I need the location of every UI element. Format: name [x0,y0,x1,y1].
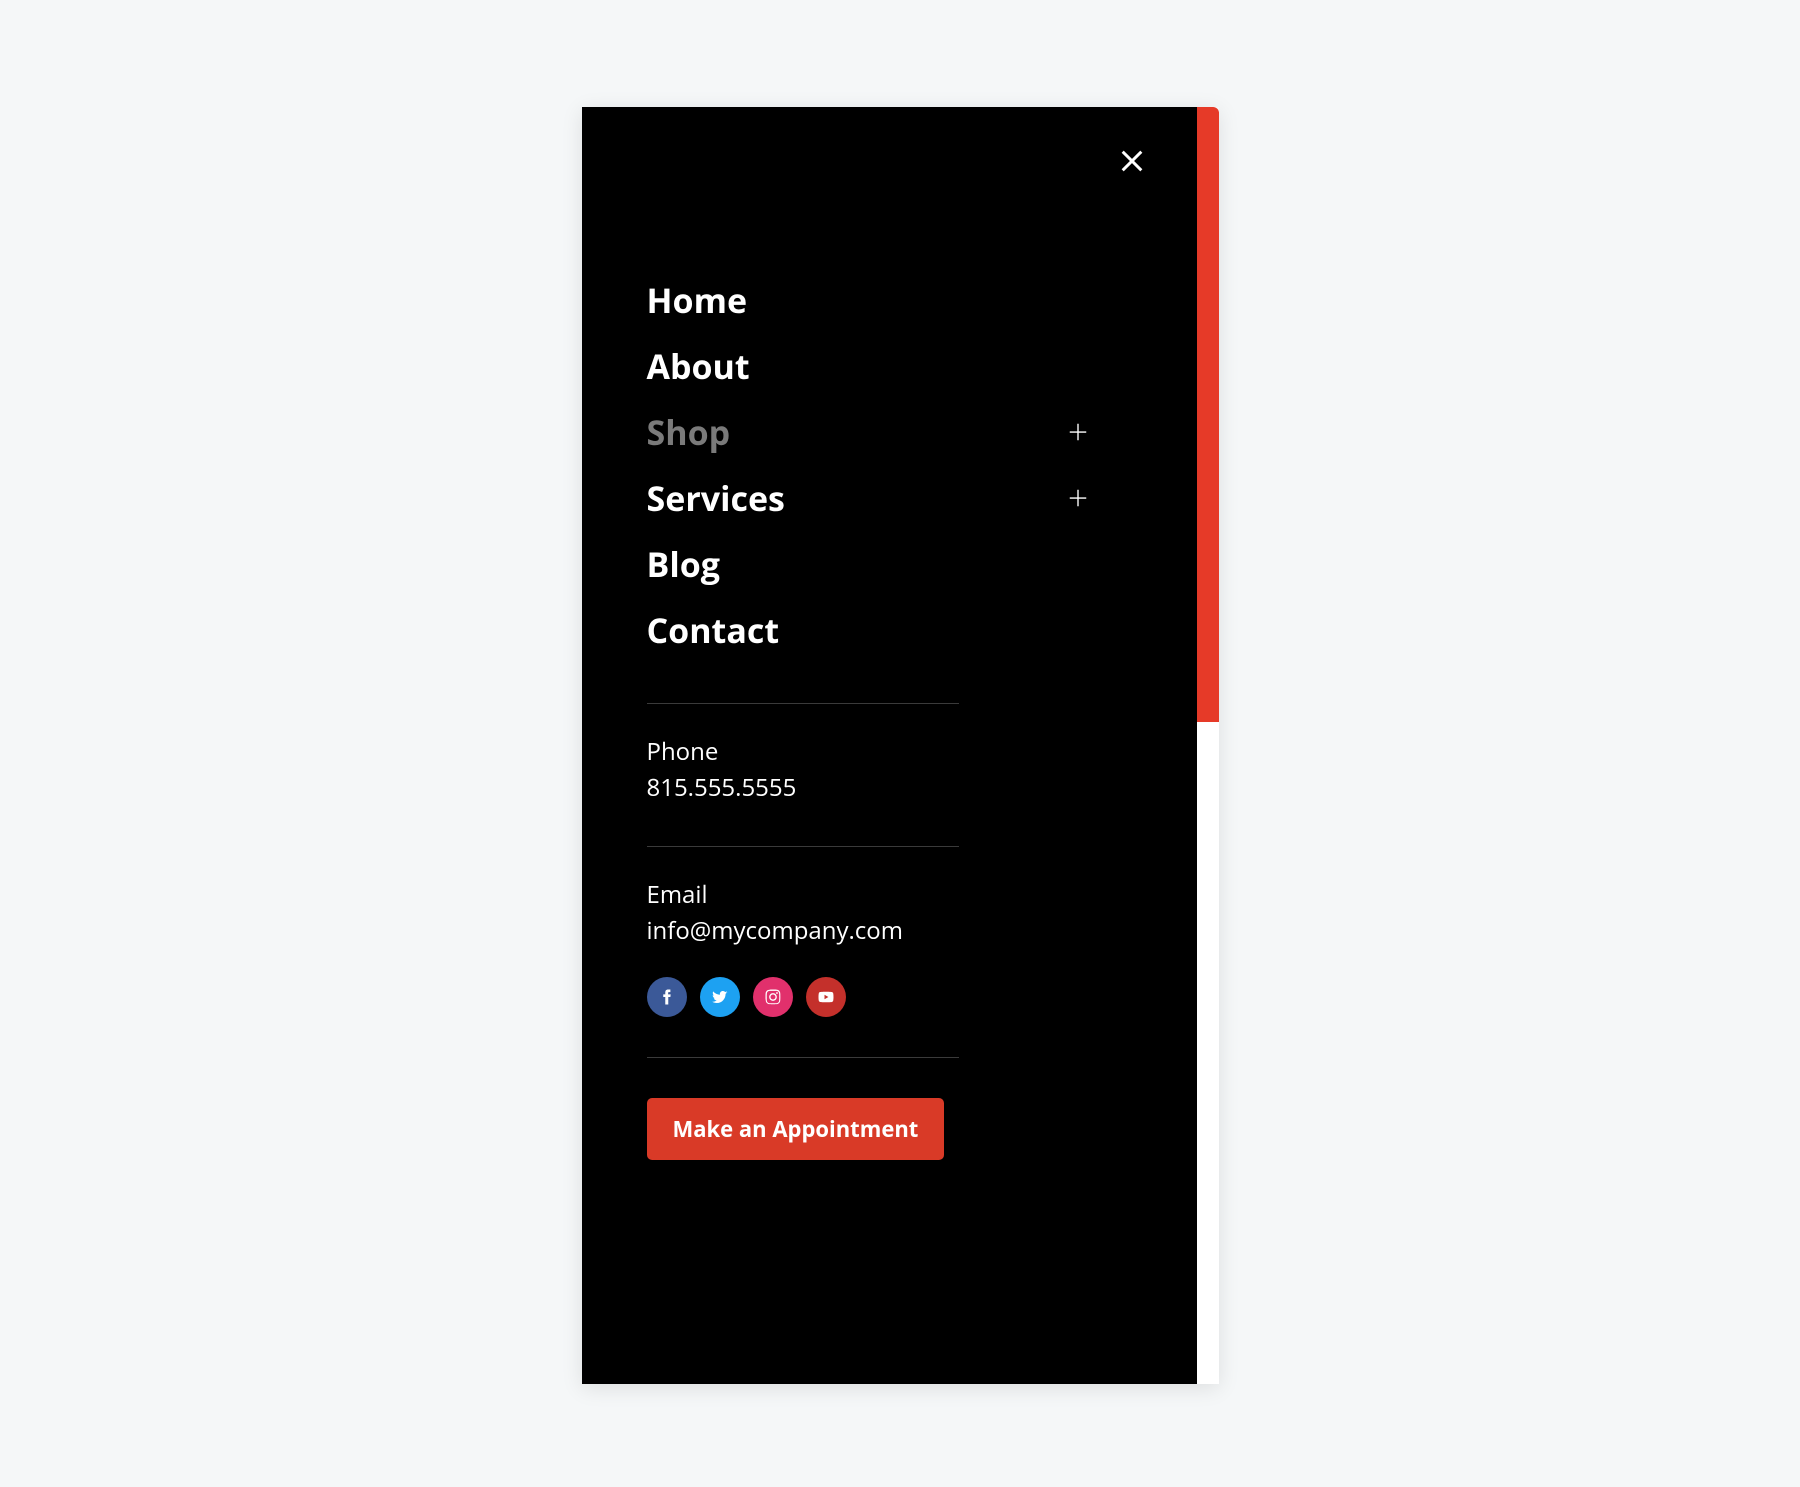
scrollbar-thumb[interactable] [1197,107,1219,722]
nav-item-label: About [647,343,750,389]
phone-block: Phone 815.555.5555 [647,734,1132,806]
plus-icon [1067,487,1089,509]
nav-item-label: Services [647,475,785,521]
nav-item-services[interactable]: Services [647,465,1132,531]
menu-panel-wrapper: Home About Shop Services [582,107,1219,1384]
social-row [647,977,1132,1017]
plus-icon [1067,421,1089,443]
social-instagram-link[interactable] [753,977,793,1017]
social-facebook-link[interactable] [647,977,687,1017]
divider [647,846,959,847]
instagram-icon [764,988,782,1006]
expand-icon-shop[interactable] [1066,420,1090,444]
close-icon [1118,147,1146,175]
appointment-button[interactable]: Make an Appointment [647,1098,945,1160]
social-youtube-link[interactable] [806,977,846,1017]
divider [647,703,959,704]
nav-item-shop[interactable]: Shop [647,399,1132,465]
menu-content: Home About Shop Services [582,147,1197,1160]
email-label: Email [647,877,1132,913]
nav-item-label: Shop [647,409,731,455]
divider [647,1057,959,1058]
close-button[interactable] [1114,143,1150,179]
nav-item-label: Contact [647,607,780,653]
facebook-icon [658,988,676,1006]
expand-icon-services[interactable] [1066,486,1090,510]
youtube-icon [817,988,835,1006]
social-twitter-link[interactable] [700,977,740,1017]
nav-item-label: Home [647,277,748,323]
email-block: Email info@mycompany.com [647,877,1132,949]
nav-item-contact[interactable]: Contact [647,597,1132,663]
nav-item-home[interactable]: Home [647,267,1132,333]
nav-item-about[interactable]: About [647,333,1132,399]
phone-value[interactable]: 815.555.5555 [647,770,1132,806]
nav-item-blog[interactable]: Blog [647,531,1132,597]
nav-list: Home About Shop Services [647,267,1132,663]
email-value[interactable]: info@mycompany.com [647,913,1132,949]
phone-label: Phone [647,734,1132,770]
nav-item-label: Blog [647,541,720,587]
menu-panel: Home About Shop Services [582,107,1197,1384]
twitter-icon [711,988,729,1006]
